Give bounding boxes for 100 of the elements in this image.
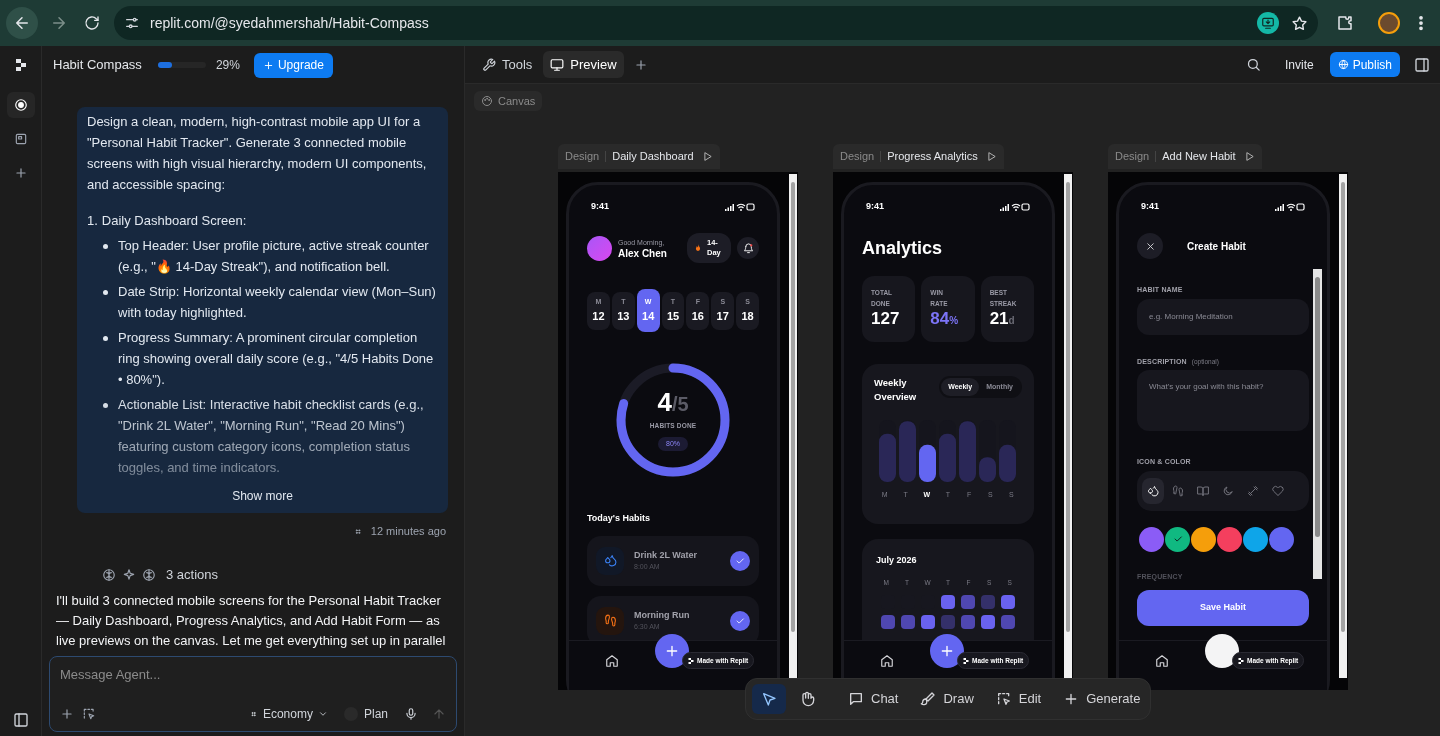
stat-value: 84% — [930, 309, 960, 330]
upgrade-button[interactable]: Upgrade — [253, 52, 333, 78]
logo-icon — [963, 657, 969, 664]
habit-name-field[interactable]: e.g. Morning Meditation — [1137, 298, 1309, 335]
card-title: July 2026 — [876, 554, 918, 567]
pointer-icon — [761, 691, 777, 707]
check-toggle[interactable] — [730, 550, 750, 571]
publish-button[interactable]: Publish — [1329, 52, 1400, 77]
sidebar-toggle-icon[interactable] — [1414, 56, 1430, 73]
back-arrow-icon — [13, 14, 31, 32]
brain-icon — [102, 568, 116, 582]
hand-icon — [799, 691, 815, 707]
plus-icon — [262, 59, 274, 71]
star-icon[interactable] — [1291, 14, 1308, 32]
frame-label[interactable]: Design Daily Dashboard — [558, 144, 720, 169]
card-title: Weekly Overview — [874, 376, 918, 404]
profile-avatar[interactable] — [1378, 12, 1400, 34]
plus-icon[interactable] — [60, 707, 74, 721]
tab[interactable]: Preview — [543, 51, 624, 78]
close-icon — [1144, 240, 1156, 252]
tool-button[interactable] — [752, 684, 786, 714]
water-drops-icon — [1147, 484, 1159, 497]
search-icon[interactable] — [1245, 57, 1261, 72]
bullet-text: Progress Summary: A prominent circular completion ring showing overall daily score (e.g., "4/5 Habits Done • 80%"). — [118, 329, 435, 389]
frame-label[interactable]: Design Add New Habit — [1108, 144, 1262, 169]
back-button[interactable] — [6, 7, 38, 39]
description-field[interactable]: What's your goal with this habit? — [1137, 370, 1309, 431]
palette-icon — [481, 95, 493, 107]
project-name: Habit Compass — [53, 56, 142, 75]
status-icons — [1275, 203, 1305, 211]
puzzle-icon[interactable] — [1336, 14, 1354, 32]
microphone-icon[interactable] — [404, 707, 418, 721]
plan-toggle[interactable]: Plan — [343, 705, 388, 723]
habits-count: 4/5 — [657, 389, 689, 418]
user-name: Alex Chen — [618, 248, 667, 259]
tab[interactable]: Tools — [475, 51, 540, 78]
save-button[interactable]: Save Habit — [1137, 590, 1309, 626]
logo-icon[interactable] — [14, 59, 27, 71]
moon-icon — [1222, 484, 1234, 497]
check-icon — [735, 555, 745, 566]
address-bar[interactable]: replit.com/@syedahmershah/Habit-Compass — [114, 6, 1318, 40]
color-swatch[interactable] — [1217, 526, 1242, 552]
icon-option[interactable] — [1142, 477, 1164, 504]
rail-button[interactable] — [6, 92, 35, 118]
plus-icon[interactable] — [633, 57, 648, 72]
install-app-icon[interactable] — [1257, 12, 1279, 34]
caret-icon — [317, 709, 328, 719]
select-region-icon[interactable] — [82, 707, 96, 721]
actions-toggle[interactable]: 3 actions — [166, 565, 219, 585]
toolbar-action[interactable]: Chat — [844, 684, 903, 714]
sidebar-toggle-icon[interactable] — [12, 712, 29, 728]
canvas-chip[interactable]: Canvas — [474, 91, 543, 111]
check-icon — [1172, 534, 1183, 544]
toolbar-action[interactable]: Edit — [991, 684, 1046, 714]
check-icon — [735, 615, 745, 626]
forward-arrow-icon[interactable] — [50, 14, 68, 32]
frame-label[interactable]: Design Progress Analytics — [833, 144, 1004, 169]
grip-icon — [248, 709, 258, 719]
prompt-text: Design a clean, modern, high-contrast mobile app UI for a "Personal Habit Tracker". Generate 3 connected mobile screens with high visual hierarchy, modern UI components, and accessible spacing: — [87, 113, 428, 194]
section-heading: Today's Habits — [587, 512, 651, 525]
site-settings-icon[interactable] — [124, 15, 140, 31]
color-swatch[interactable] — [1191, 526, 1216, 552]
heart-icon — [1272, 484, 1284, 497]
usage-reading: 29% — [215, 57, 240, 74]
panel-icon — [13, 132, 28, 146]
status-time: 9:41 — [1141, 200, 1159, 214]
avatar — [587, 235, 612, 261]
book-icon — [1197, 484, 1209, 497]
invite-button[interactable]: Invite — [1276, 52, 1322, 77]
reload-icon[interactable] — [84, 15, 100, 31]
color-swatch[interactable] — [1243, 526, 1268, 552]
chat-bubble-icon — [848, 691, 864, 707]
home-icon[interactable] — [1155, 654, 1169, 668]
bullet-text: Actionable List: Interactive habit checklist cards (e.g., "Drink 2L Water", "Morning Run", "Read 20 Mins") featuring custom category icons, completion status toggles, and time indicators. — [118, 396, 425, 477]
globe-icon — [1337, 59, 1349, 70]
home-icon[interactable] — [605, 654, 619, 668]
message-input[interactable]: Message Agent... — [60, 665, 446, 685]
status-icons — [725, 203, 755, 211]
stat-value: 127 — [871, 309, 901, 329]
toolbar-action[interactable]: Generate — [1059, 684, 1145, 714]
list-number: 1. — [87, 212, 98, 230]
bullet-text: Date Strip: Horizontal weekly calendar view (Mon–Sun) with today highlighted. — [118, 283, 437, 322]
select-region-icon — [995, 691, 1012, 707]
show-more-button[interactable]: Show more — [232, 486, 293, 507]
home-icon[interactable] — [880, 654, 894, 668]
status-icons — [1000, 203, 1030, 211]
notification-button[interactable] — [737, 237, 759, 259]
water-drops-icon — [603, 554, 617, 567]
color-swatch[interactable] — [1269, 526, 1294, 552]
color-swatch[interactable] — [1165, 526, 1190, 552]
plus-icon — [939, 643, 955, 659]
plus-icon — [13, 166, 28, 180]
color-swatch[interactable] — [1139, 526, 1164, 552]
toolbar-action[interactable]: Draw — [916, 684, 978, 714]
stat-value: 21d — [989, 309, 1016, 330]
status-time: 9:41 — [866, 200, 884, 214]
plus-icon — [664, 643, 680, 659]
mode-dropdown[interactable]: Economy — [248, 705, 328, 723]
bell-icon — [742, 242, 754, 254]
check-toggle[interactable] — [730, 610, 750, 631]
